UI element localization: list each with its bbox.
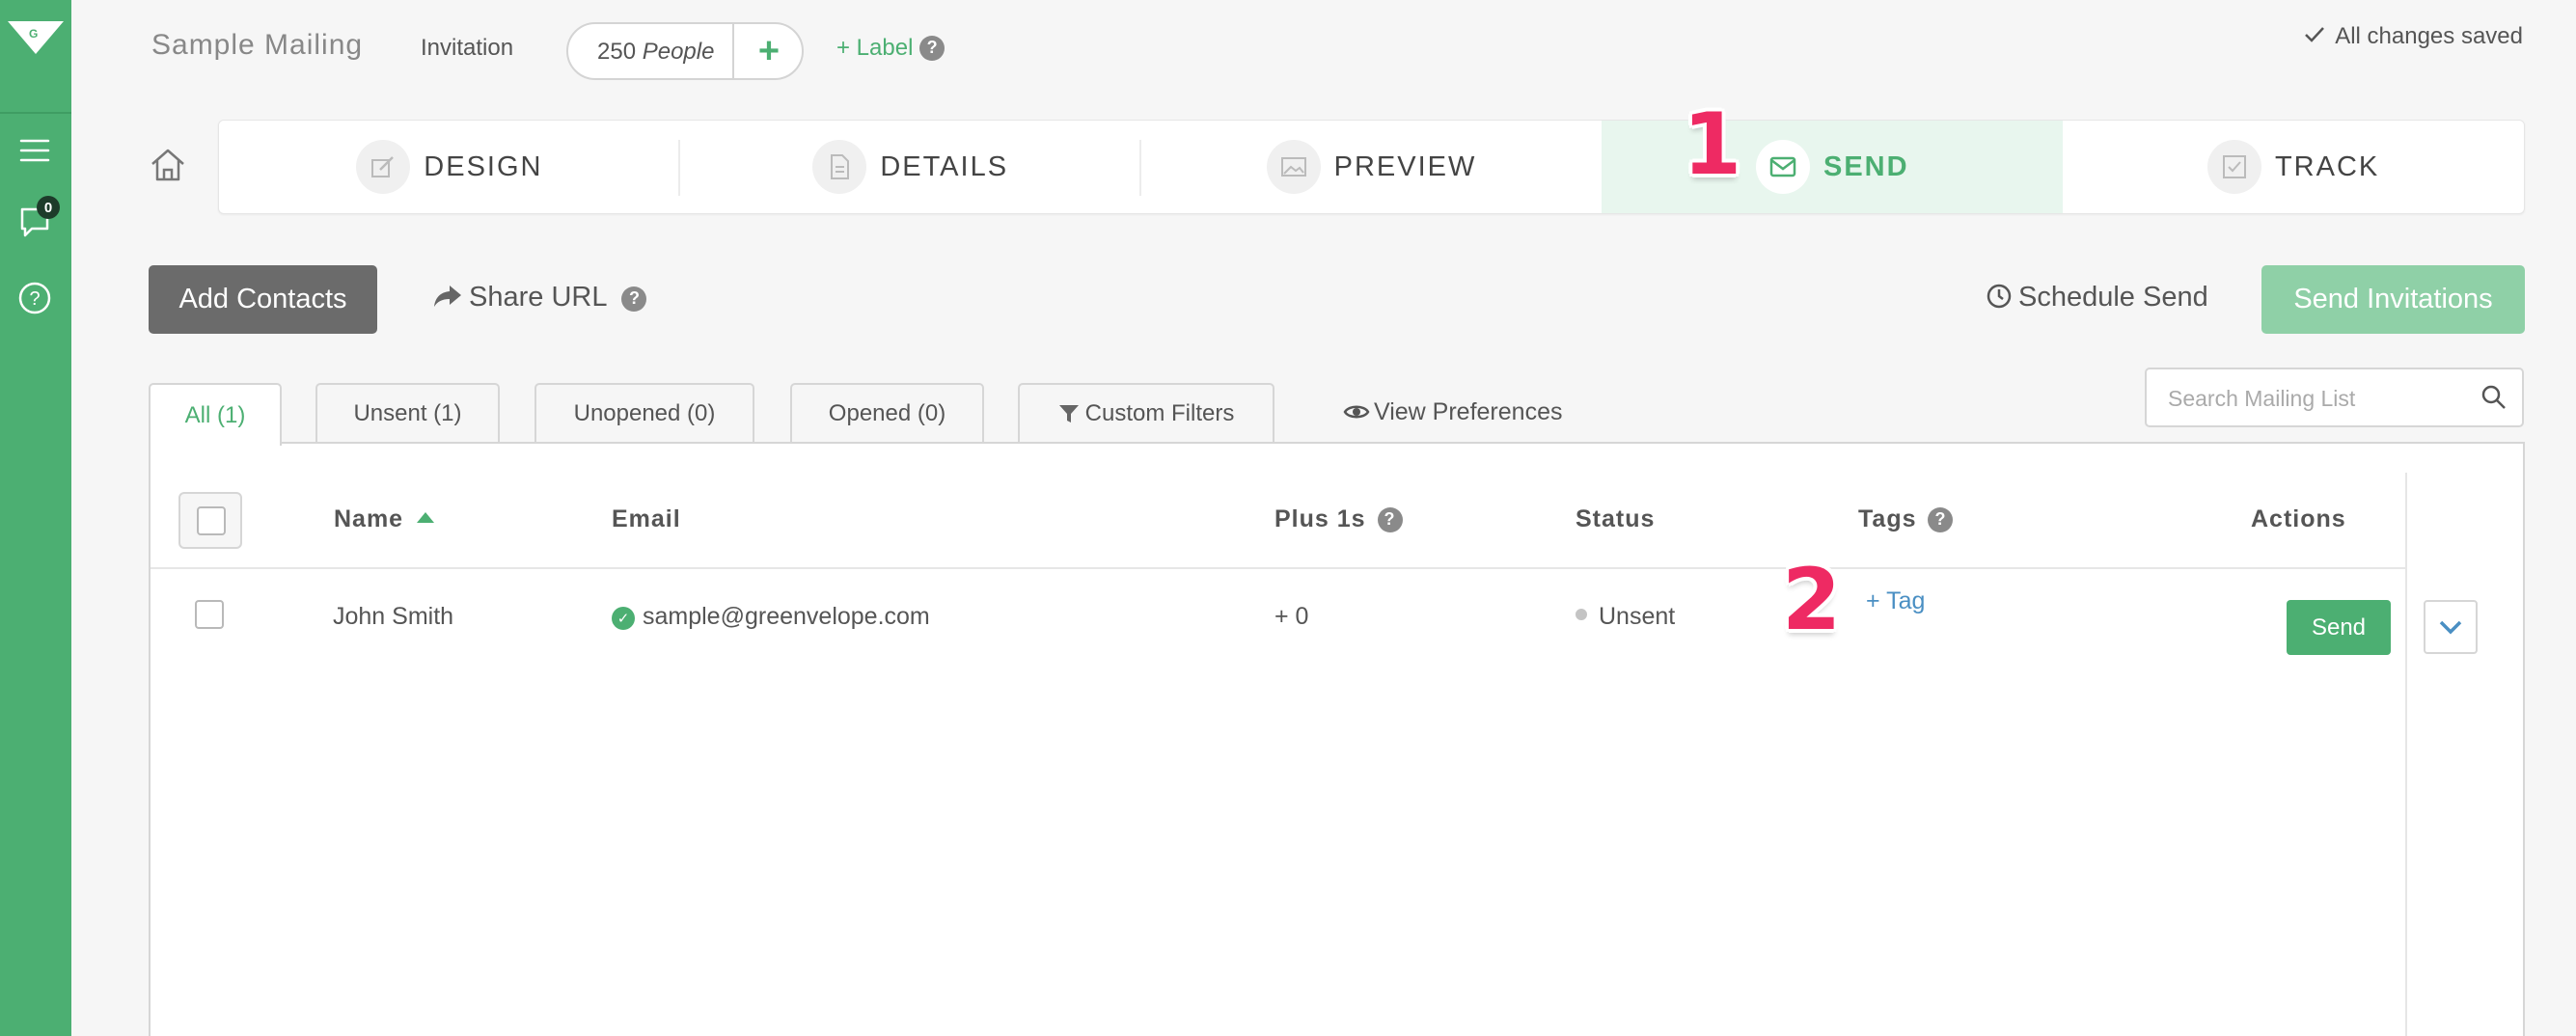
- menu-icon[interactable]: [14, 129, 56, 172]
- share-url-link[interactable]: Share URL ?: [432, 282, 647, 314]
- mailing-type[interactable]: Invitation: [421, 35, 513, 62]
- search-placeholder: Search Mailing List: [2168, 386, 2356, 411]
- image-icon: [1266, 140, 1321, 194]
- svg-text:?: ?: [29, 288, 40, 310]
- envelope-icon: [1756, 140, 1810, 194]
- callout-number-2: 2: [1782, 550, 1842, 649]
- notification-badge: 0: [37, 196, 60, 219]
- sidebar: G 0 ?: [0, 0, 71, 1036]
- column-header-actions: Actions: [2251, 505, 2346, 532]
- checkbox-icon: [2206, 140, 2261, 194]
- add-tag-link[interactable]: + Tag: [1866, 587, 1925, 615]
- row-actions-dropdown[interactable]: [2424, 600, 2478, 654]
- send-invitations-button[interactable]: Send Invitations: [2261, 265, 2525, 334]
- schedule-send-link[interactable]: Schedule Send: [1986, 282, 2208, 314]
- help-icon[interactable]: ?: [14, 277, 56, 319]
- select-all-checkbox[interactable]: [178, 492, 242, 549]
- tab-unopened[interactable]: Unopened (0): [534, 383, 754, 443]
- clock-icon: [1987, 284, 2012, 309]
- contact-status: Unsent: [1576, 603, 1675, 631]
- step-send[interactable]: SEND: [1602, 121, 2064, 213]
- home-icon[interactable]: [148, 145, 188, 185]
- column-header-name[interactable]: Name: [334, 505, 435, 533]
- people-count: 250 People: [597, 39, 715, 65]
- sort-ascending-icon: [417, 512, 435, 523]
- document-icon: [812, 140, 867, 194]
- status-dot: [1576, 609, 1587, 620]
- eye-icon: [1343, 405, 1370, 419]
- mailing-title[interactable]: Sample Mailing: [151, 29, 363, 62]
- row-checkbox[interactable]: [195, 600, 224, 629]
- tab-custom-filters[interactable]: Custom Filters: [1018, 383, 1274, 443]
- add-people-button[interactable]: +: [734, 24, 804, 78]
- step-design[interactable]: DESIGN: [219, 121, 680, 213]
- step-track[interactable]: TRACK: [2063, 121, 2524, 213]
- logo-icon[interactable]: G: [0, 0, 71, 114]
- verified-check-icon: ✓: [612, 607, 635, 630]
- share-icon: [434, 286, 461, 307]
- help-icon[interactable]: ?: [621, 286, 647, 312]
- tab-unsent[interactable]: Unsent (1): [315, 383, 500, 443]
- row-send-button[interactable]: Send: [2287, 600, 2391, 655]
- step-details[interactable]: DETAILS: [680, 121, 1141, 213]
- contact-name[interactable]: John Smith: [333, 603, 453, 631]
- pencil-icon: [356, 140, 411, 194]
- help-icon[interactable]: ?: [1928, 506, 1954, 532]
- column-header-plus-ones[interactable]: Plus 1s ?: [1274, 505, 1403, 533]
- column-header-status[interactable]: Status: [1576, 505, 1655, 533]
- people-count-pill[interactable]: 250 People +: [566, 22, 804, 80]
- help-icon[interactable]: ?: [1377, 506, 1403, 532]
- check-icon: [2305, 27, 2325, 42]
- contact-email: ✓ sample@greenvelope.com: [612, 603, 930, 631]
- search-input[interactable]: Search Mailing List: [2145, 368, 2524, 427]
- contact-plus-ones: + 0: [1274, 603, 1309, 630]
- add-label-link[interactable]: + Label ?: [836, 35, 945, 62]
- help-icon[interactable]: ?: [919, 35, 945, 61]
- tab-opened[interactable]: Opened (0): [790, 383, 984, 443]
- step-preview[interactable]: PREVIEW: [1141, 121, 1603, 213]
- save-status: All changes saved: [2304, 23, 2523, 50]
- search-icon[interactable]: [2480, 383, 2508, 412]
- callout-number-1: 1: [1683, 95, 1742, 194]
- add-contacts-button[interactable]: Add Contacts: [149, 265, 377, 334]
- column-header-tags: Tags ?: [1858, 505, 1954, 533]
- chevron-down-icon: [2439, 620, 2462, 635]
- filter-icon: [1058, 405, 1079, 423]
- tab-all[interactable]: All (1): [149, 383, 282, 446]
- view-preferences-link[interactable]: View Preferences: [1343, 398, 1562, 426]
- step-navigation: DESIGN DETAILS PREVIEW SEND TRACK: [218, 120, 2525, 214]
- column-header-email[interactable]: Email: [612, 505, 681, 533]
